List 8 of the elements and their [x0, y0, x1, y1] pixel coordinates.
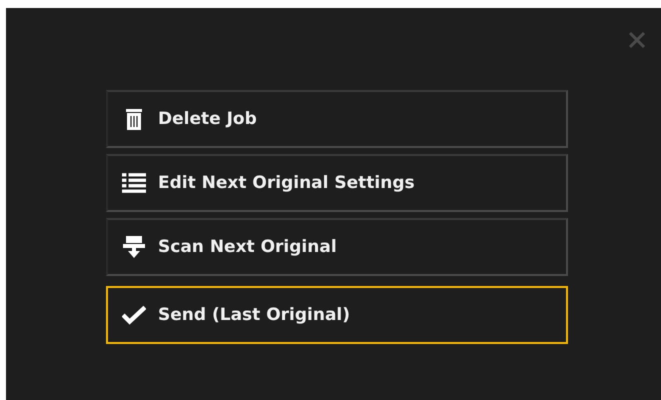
- checkmark-icon: [122, 304, 146, 326]
- close-icon[interactable]: [627, 30, 647, 50]
- menu-item[interactable]: Send (Last Original): [106, 286, 568, 344]
- list-icon: [122, 172, 146, 194]
- menu-item[interactable]: Scan Next Original: [106, 218, 568, 276]
- scanner-icon: [122, 236, 146, 258]
- menu-item[interactable]: Edit Next Original Settings: [106, 154, 568, 212]
- menu-item[interactable]: Delete Job: [106, 90, 568, 148]
